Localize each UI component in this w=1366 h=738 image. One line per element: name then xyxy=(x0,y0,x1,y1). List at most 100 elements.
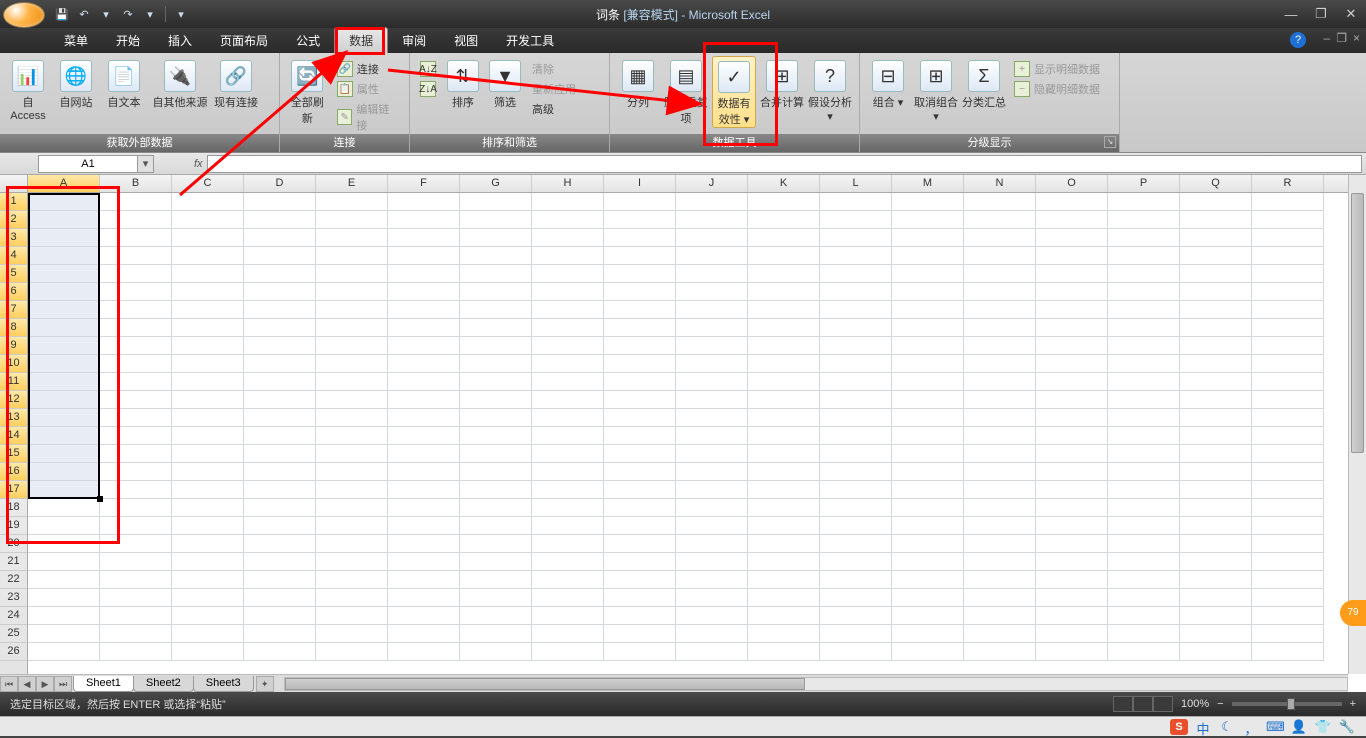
cell-L8[interactable] xyxy=(820,319,892,337)
namebox-dropdown[interactable]: ▾ xyxy=(138,155,154,173)
row-header-16[interactable]: 16 xyxy=(0,463,27,481)
col-header-D[interactable]: D xyxy=(244,175,316,192)
row-header-19[interactable]: 19 xyxy=(0,517,27,535)
help-icon[interactable]: ? xyxy=(1290,32,1306,48)
cell-Q4[interactable] xyxy=(1180,247,1252,265)
row-header-4[interactable]: 4 xyxy=(0,247,27,265)
cell-N18[interactable] xyxy=(964,499,1036,517)
cell-L22[interactable] xyxy=(820,571,892,589)
pagelayout-view-button[interactable] xyxy=(1133,696,1153,712)
cell-E25[interactable] xyxy=(316,625,388,643)
cell-R13[interactable] xyxy=(1252,409,1324,427)
cell-I14[interactable] xyxy=(604,427,676,445)
cell-N1[interactable] xyxy=(964,193,1036,211)
maximize-button[interactable]: ❐ xyxy=(1306,4,1336,24)
cell-J18[interactable] xyxy=(676,499,748,517)
cell-J21[interactable] xyxy=(676,553,748,571)
cell-N8[interactable] xyxy=(964,319,1036,337)
cell-B3[interactable] xyxy=(100,229,172,247)
tab-公式[interactable]: 公式 xyxy=(282,28,334,53)
col-header-G[interactable]: G xyxy=(460,175,532,192)
cell-J19[interactable] xyxy=(676,517,748,535)
cell-E11[interactable] xyxy=(316,373,388,391)
cell-G11[interactable] xyxy=(460,373,532,391)
mdi-min-button[interactable]: – xyxy=(1324,31,1331,45)
row-header-7[interactable]: 7 xyxy=(0,301,27,319)
cell-J4[interactable] xyxy=(676,247,748,265)
row-header-11[interactable]: 11 xyxy=(0,373,27,391)
connections-button[interactable]: 🔗连接 xyxy=(333,60,403,78)
tab-数据[interactable]: 数据 xyxy=(334,27,388,53)
cell-I11[interactable] xyxy=(604,373,676,391)
cell-D16[interactable] xyxy=(244,463,316,481)
row-header-9[interactable]: 9 xyxy=(0,337,27,355)
cell-J16[interactable] xyxy=(676,463,748,481)
col-header-J[interactable]: J xyxy=(676,175,748,192)
cell-D15[interactable] xyxy=(244,445,316,463)
cell-G20[interactable] xyxy=(460,535,532,553)
cell-D19[interactable] xyxy=(244,517,316,535)
cell-K21[interactable] xyxy=(748,553,820,571)
cell-G9[interactable] xyxy=(460,337,532,355)
cell-Q9[interactable] xyxy=(1180,337,1252,355)
cell-A24[interactable] xyxy=(28,607,100,625)
cell-C18[interactable] xyxy=(172,499,244,517)
cell-I3[interactable] xyxy=(604,229,676,247)
cell-E6[interactable] xyxy=(316,283,388,301)
cell-H26[interactable] xyxy=(532,643,604,661)
cell-N17[interactable] xyxy=(964,481,1036,499)
cell-A21[interactable] xyxy=(28,553,100,571)
cell-I23[interactable] xyxy=(604,589,676,607)
select-all-corner[interactable] xyxy=(0,175,28,192)
cell-Q8[interactable] xyxy=(1180,319,1252,337)
cell-A17[interactable] xyxy=(28,481,100,499)
cell-Q18[interactable] xyxy=(1180,499,1252,517)
cell-R16[interactable] xyxy=(1252,463,1324,481)
cell-I9[interactable] xyxy=(604,337,676,355)
cell-H11[interactable] xyxy=(532,373,604,391)
cell-I18[interactable] xyxy=(604,499,676,517)
cell-A19[interactable] xyxy=(28,517,100,535)
cell-L7[interactable] xyxy=(820,301,892,319)
cell-G13[interactable] xyxy=(460,409,532,427)
tab-页面布局[interactable]: 页面布局 xyxy=(206,28,282,53)
cell-I19[interactable] xyxy=(604,517,676,535)
cell-M2[interactable] xyxy=(892,211,964,229)
row-header-10[interactable]: 10 xyxy=(0,355,27,373)
row-header-23[interactable]: 23 xyxy=(0,589,27,607)
cell-A5[interactable] xyxy=(28,265,100,283)
cell-B16[interactable] xyxy=(100,463,172,481)
cell-F1[interactable] xyxy=(388,193,460,211)
cell-P2[interactable] xyxy=(1108,211,1180,229)
cell-Q16[interactable] xyxy=(1180,463,1252,481)
cell-O20[interactable] xyxy=(1036,535,1108,553)
cell-G18[interactable] xyxy=(460,499,532,517)
cell-M5[interactable] xyxy=(892,265,964,283)
cell-C3[interactable] xyxy=(172,229,244,247)
cell-F6[interactable] xyxy=(388,283,460,301)
cell-Q17[interactable] xyxy=(1180,481,1252,499)
cell-A13[interactable] xyxy=(28,409,100,427)
tab-审阅[interactable]: 审阅 xyxy=(388,28,440,53)
cell-B14[interactable] xyxy=(100,427,172,445)
cell-J17[interactable] xyxy=(676,481,748,499)
cell-R1[interactable] xyxy=(1252,193,1324,211)
cell-Q6[interactable] xyxy=(1180,283,1252,301)
cell-G14[interactable] xyxy=(460,427,532,445)
ime-comma-icon[interactable]: ， xyxy=(1242,719,1260,735)
cell-L3[interactable] xyxy=(820,229,892,247)
cell-P24[interactable] xyxy=(1108,607,1180,625)
cell-O12[interactable] xyxy=(1036,391,1108,409)
cell-N19[interactable] xyxy=(964,517,1036,535)
cell-F8[interactable] xyxy=(388,319,460,337)
cell-M10[interactable] xyxy=(892,355,964,373)
cell-C8[interactable] xyxy=(172,319,244,337)
cell-F7[interactable] xyxy=(388,301,460,319)
cell-P12[interactable] xyxy=(1108,391,1180,409)
cell-P16[interactable] xyxy=(1108,463,1180,481)
cell-J3[interactable] xyxy=(676,229,748,247)
cell-N6[interactable] xyxy=(964,283,1036,301)
cell-L6[interactable] xyxy=(820,283,892,301)
zoom-slider[interactable] xyxy=(1232,702,1342,706)
cell-C13[interactable] xyxy=(172,409,244,427)
